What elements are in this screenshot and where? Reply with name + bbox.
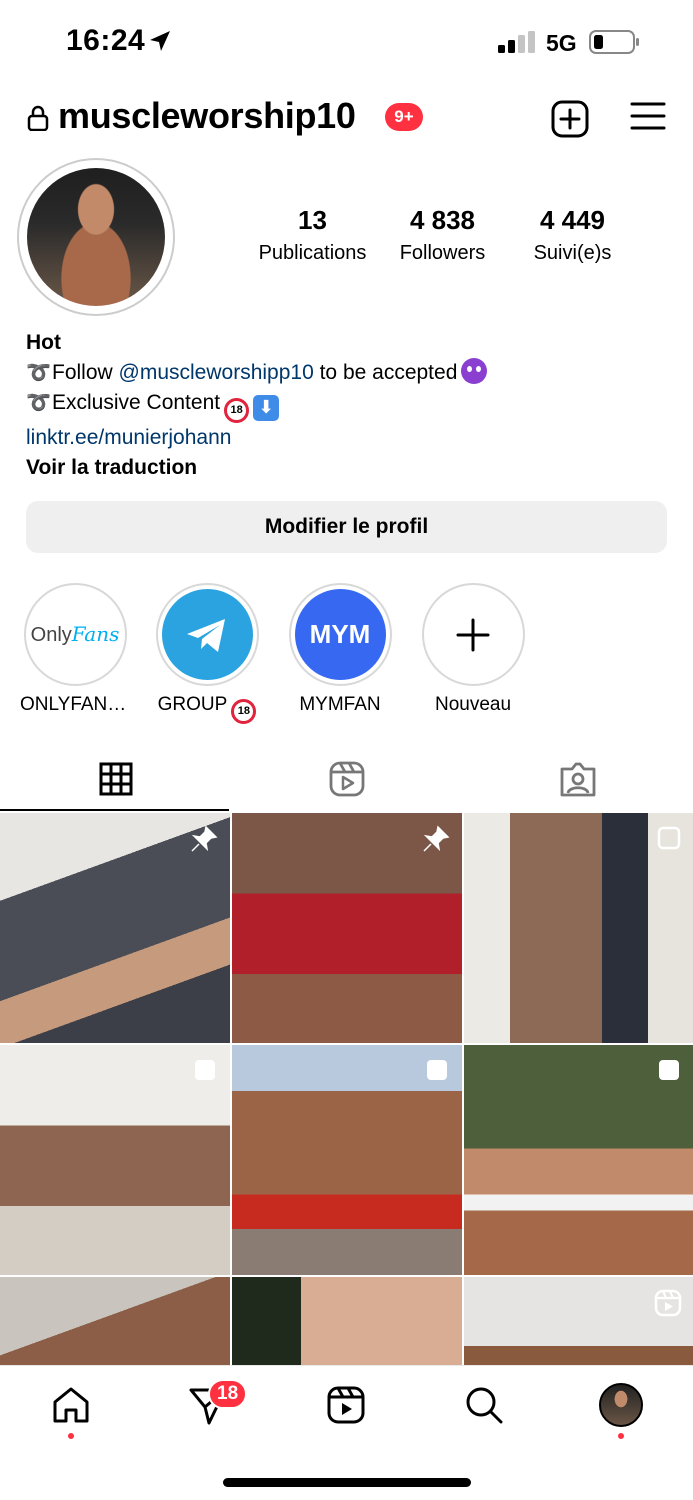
bio-text: to be accepted — [313, 360, 458, 384]
post-thumbnail[interactable] — [0, 813, 230, 1043]
profile-tabs — [0, 745, 693, 813]
post-thumbnail[interactable] — [0, 1045, 230, 1275]
stat-following[interactable]: 4 449 Suivi(e)s — [510, 205, 635, 265]
highlight-label: Nouveau — [434, 694, 512, 715]
see-translation-link[interactable]: Voir la traduction — [26, 453, 666, 483]
post-thumbnail[interactable] — [232, 813, 462, 1043]
stat-publications[interactable]: 13 Publications — [250, 205, 375, 265]
highlight-label: GROUP 18 — [152, 694, 262, 724]
post-thumbnail[interactable] — [464, 813, 693, 1043]
stat-followers[interactable]: 4 838 Followers — [380, 205, 505, 265]
menu-icon[interactable] — [629, 100, 667, 132]
telegram-logo-icon — [161, 589, 253, 680]
bio-text: Exclusive Content — [52, 391, 221, 414]
highlight-ring — [155, 583, 259, 686]
post-thumbnail[interactable] — [0, 1277, 230, 1365]
highlight-label: ONLYFANS... — [20, 694, 130, 715]
plus-icon — [427, 589, 519, 680]
profile-bio: Hot ➰Follow @muscleworshipp10 to be acce… — [26, 328, 666, 482]
stat-value: 4 838 — [409, 205, 476, 235]
highlight-new[interactable]: Nouveau — [418, 583, 528, 716]
logo-text: Only — [30, 624, 72, 646]
logo-text: Fans — [71, 622, 120, 646]
bio-line-1: ➰Follow @muscleworshipp10 to be accepted — [26, 357, 666, 389]
lock-icon — [27, 105, 49, 131]
reels-icon — [329, 761, 364, 797]
highlight-label-text: GROUP — [157, 694, 228, 715]
highlight-ring — [421, 583, 525, 686]
reels-icon[interactable] — [327, 1386, 365, 1424]
carousel-icon — [659, 1060, 679, 1080]
profile-nav-avatar[interactable] — [599, 1383, 643, 1427]
post-thumbnail[interactable] — [232, 1277, 462, 1365]
grid-icon — [99, 762, 132, 796]
tab-tagged[interactable] — [462, 745, 693, 813]
carousel-icon — [657, 826, 681, 850]
signal-icon — [498, 31, 535, 53]
bio-mention-link[interactable]: @muscleworshipp10 — [119, 361, 314, 384]
curly-loop-icon: ➰ — [26, 361, 51, 384]
curly-loop-icon: ➰ — [26, 392, 51, 414]
profile-avatar[interactable] — [27, 168, 165, 306]
highlight-group[interactable]: GROUP 18 — [152, 583, 262, 724]
active-tab-indicator — [0, 809, 229, 811]
highlight-onlyfans[interactable]: OnlyFans ONLYFANS... — [20, 583, 130, 716]
edit-profile-button[interactable]: Modifier le profil — [26, 501, 667, 553]
down-arrow-emoji-icon: ⬇ — [253, 394, 280, 421]
post-thumbnail[interactable] — [464, 1277, 693, 1365]
stat-label: Followers — [399, 242, 486, 264]
highlight-ring: OnlyFans — [23, 583, 127, 686]
messages-count-badge: 18 — [208, 1379, 248, 1409]
tab-reels[interactable] — [231, 745, 462, 813]
bio-website-link[interactable]: linktr.ee/munierjohann — [26, 423, 666, 453]
mym-logo-icon: MYM — [294, 589, 386, 680]
home-icon[interactable] — [52, 1386, 90, 1424]
battery-icon — [589, 30, 639, 54]
no-under-18-emoji-icon: 18 — [231, 698, 257, 724]
network-type: 5G — [546, 30, 577, 56]
bio-name: Hot — [26, 331, 61, 354]
search-icon[interactable] — [465, 1386, 503, 1424]
smiling-devil-emoji-icon — [461, 357, 488, 384]
status-bar: 16:24 5G — [0, 0, 693, 80]
home-indicator[interactable] — [223, 1478, 471, 1487]
post-thumbnail[interactable] — [464, 1045, 693, 1275]
pin-icon — [191, 825, 218, 852]
stat-label: Suivi(e)s — [533, 242, 612, 264]
profile-stats: 13 Publications 4 838 Followers 4 449 Su… — [250, 205, 630, 275]
profile-activity-dot — [618, 1433, 624, 1439]
account-notification-badge[interactable]: 9+ — [385, 103, 423, 131]
onlyfans-logo-icon: OnlyFans — [29, 589, 121, 680]
home-activity-dot — [68, 1433, 74, 1439]
bio-text: Follow — [52, 360, 119, 384]
no-under-18-emoji-icon: 18 — [224, 398, 250, 424]
create-post-icon[interactable] — [550, 99, 590, 139]
post-thumbnail[interactable] — [232, 1045, 462, 1275]
username[interactable]: muscleworship10 — [58, 95, 356, 137]
pin-icon — [423, 825, 450, 852]
highlight-label: MYMFAN — [299, 694, 381, 715]
logo-text: MYM — [309, 619, 371, 649]
stat-value: 13 — [298, 205, 327, 235]
highlight-mymfan[interactable]: MYM MYMFAN — [285, 583, 395, 716]
location-arrow-icon — [150, 31, 170, 51]
stat-label: Publications — [258, 242, 367, 264]
status-time: 16:24 — [66, 24, 146, 57]
carousel-icon — [427, 1060, 447, 1080]
highlight-ring: MYM — [288, 583, 392, 686]
reel-icon — [654, 1289, 682, 1317]
stat-value: 4 449 — [539, 205, 606, 235]
carousel-icon — [195, 1060, 215, 1080]
tagged-user-icon — [560, 762, 595, 797]
tab-posts-grid[interactable] — [0, 745, 231, 813]
profile-header: muscleworship10 9+ — [0, 95, 693, 145]
bio-line-2: ➰Exclusive Content 18 ⬇ — [26, 388, 666, 424]
posts-grid — [0, 813, 693, 1365]
